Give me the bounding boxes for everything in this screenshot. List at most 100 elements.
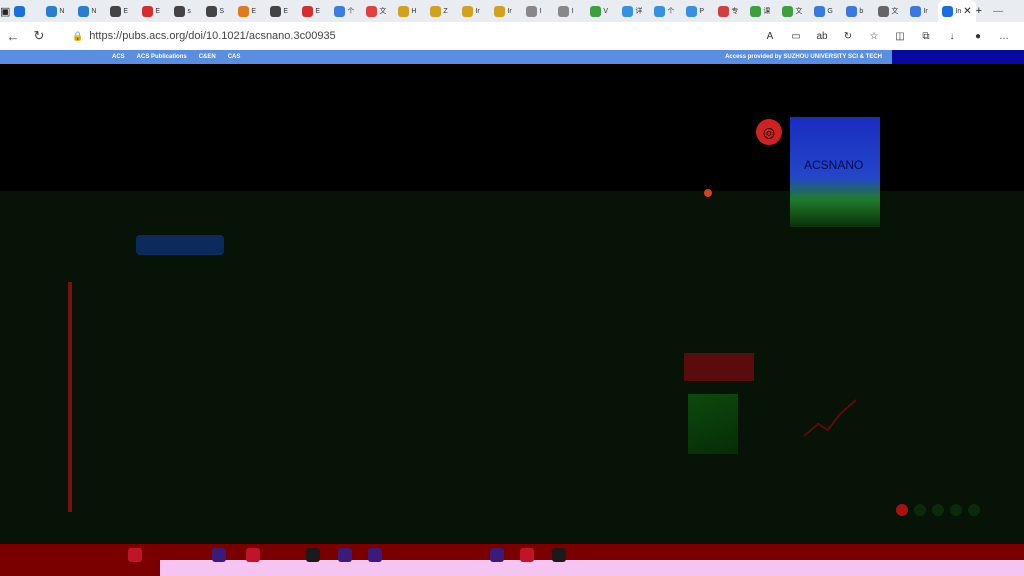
- facebook-icon[interactable]: [914, 504, 926, 516]
- open-access-icon: ◎: [756, 119, 782, 145]
- tab-favicon-icon: [718, 5, 730, 17]
- translate-icon[interactable]: ab: [812, 31, 832, 42]
- browser-tab[interactable]: E: [266, 1, 298, 21]
- split-screen-icon[interactable]: ◫: [890, 31, 910, 42]
- browser-tab[interactable]: s: [170, 1, 202, 21]
- tab-label: E: [251, 7, 257, 15]
- tab-label: 文: [379, 8, 387, 15]
- access-button[interactable]: [136, 235, 224, 255]
- tab-favicon-icon: [398, 5, 410, 17]
- browser-tab[interactable]: 个: [650, 1, 682, 21]
- active-tab-favicon-icon: [942, 5, 954, 17]
- tab-label: Ir: [923, 7, 928, 15]
- linkedin-icon[interactable]: [950, 504, 962, 516]
- tab-label: Ir: [507, 7, 512, 15]
- browser-tab[interactable]: b: [842, 1, 874, 21]
- taskbar-app-icon[interactable]: [552, 548, 566, 562]
- tab-label: S: [219, 7, 225, 15]
- browser-tab[interactable]: N: [74, 1, 106, 21]
- reader-icon[interactable]: ▭: [786, 31, 806, 42]
- tab-label: H: [411, 7, 417, 15]
- browser-tab[interactable]: 详: [618, 1, 650, 21]
- browser-tab[interactable]: E: [106, 1, 138, 21]
- browser-tab[interactable]: E: [138, 1, 170, 21]
- tab-label: 课: [763, 8, 771, 15]
- browser-tab[interactable]: 文: [874, 1, 906, 21]
- browser-tab[interactable]: 文: [362, 1, 394, 21]
- tab-favicon-icon: [174, 5, 186, 17]
- more-options-icon[interactable]: …: [994, 31, 1014, 42]
- tab-favicon-icon: [206, 5, 218, 17]
- browser-tab[interactable]: G: [810, 1, 842, 21]
- browser-tab[interactable]: 个: [330, 1, 362, 21]
- journal-cover-image[interactable]: [790, 117, 880, 227]
- status-dot: [704, 189, 712, 197]
- share-icon[interactable]: [896, 504, 908, 516]
- browser-tab[interactable]: Ir: [458, 1, 490, 21]
- read-aloud-icon[interactable]: A: [760, 31, 780, 42]
- tab-favicon-icon: [46, 5, 58, 17]
- tab-favicon-icon: [110, 5, 122, 17]
- acs-link[interactable]: ACS: [112, 54, 125, 60]
- browser-tab[interactable]: V: [586, 1, 618, 21]
- maximize-button[interactable]: ❐: [1014, 6, 1024, 17]
- taskbar-app-icon[interactable]: [490, 548, 504, 562]
- email-icon[interactable]: [968, 504, 980, 516]
- browser-tab[interactable]: I: [554, 1, 586, 21]
- browser-tab[interactable]: H: [394, 1, 426, 21]
- account-area[interactable]: [892, 50, 1024, 64]
- taskbar-app-icon[interactable]: [520, 548, 534, 562]
- browser-tab[interactable]: 专: [714, 1, 746, 21]
- taskbar-app-icon[interactable]: [338, 548, 352, 562]
- taskbar-app-icon[interactable]: [212, 548, 226, 562]
- url-text: https://pubs.acs.org/doi/10.1021/acsnano…: [89, 30, 336, 42]
- browser-tab[interactable]: Ir: [906, 1, 938, 21]
- browser-tab[interactable]: 课: [746, 1, 778, 21]
- browser-tab[interactable]: S: [202, 1, 234, 21]
- favorites-icon[interactable]: ☆: [864, 31, 884, 42]
- browser-tab[interactable]: Ir: [490, 1, 522, 21]
- refresh-alt-icon[interactable]: ↻: [838, 31, 858, 42]
- tab-favicon-icon: [430, 5, 442, 17]
- address-bar[interactable]: 🔒 https://pubs.acs.org/doi/10.1021/acsna…: [64, 26, 632, 46]
- taskbar-app-icon[interactable]: [368, 548, 382, 562]
- collections-icon[interactable]: ⧉: [916, 31, 936, 42]
- tab-favicon-icon: [814, 5, 826, 17]
- tab-label: G: [827, 7, 833, 15]
- browser-tab[interactable]: P: [682, 1, 714, 21]
- downloads-icon[interactable]: ↓: [942, 31, 962, 42]
- back-button[interactable]: ←: [0, 23, 26, 49]
- browser-tab[interactable]: [10, 1, 42, 21]
- browser-tab[interactable]: E: [234, 1, 266, 21]
- tab-label: b: [859, 7, 864, 15]
- tab-label: I: [571, 7, 574, 15]
- close-tab-icon[interactable]: ✕: [963, 6, 971, 17]
- toolbar-right-tools: A ▭ ab ↻ ☆ ◫ ⧉ ↓ ● …: [760, 31, 1024, 42]
- browser-tab[interactable]: E: [298, 1, 330, 21]
- browser-tab[interactable]: 文: [778, 1, 810, 21]
- tab-favicon-icon: [14, 5, 26, 17]
- acs-publications-link[interactable]: ACS Publications: [137, 54, 187, 60]
- tab-favicon-icon: [142, 5, 154, 17]
- browser-toolbar: ← ↻ 🔒 https://pubs.acs.org/doi/10.1021/a…: [0, 22, 1024, 50]
- cas-link[interactable]: CAS: [228, 54, 241, 60]
- twitter-icon[interactable]: [932, 504, 944, 516]
- os-taskbar: [0, 544, 1024, 576]
- access-provider-text: Access provided by SUZHOU UNIVERSITY SCI…: [725, 54, 882, 60]
- browser-tab[interactable]: N: [42, 1, 74, 21]
- tab-actions-icon[interactable]: ▣: [0, 2, 10, 20]
- taskbar-app-icon[interactable]: [306, 548, 320, 562]
- minimize-button[interactable]: —: [982, 6, 1014, 17]
- tab-favicon-icon: [558, 5, 570, 17]
- cen-link[interactable]: C&EN: [199, 54, 216, 60]
- browser-tab[interactable]: I: [522, 1, 554, 21]
- taskbar-app-icon[interactable]: [128, 548, 142, 562]
- taskbar-app-icon[interactable]: [246, 548, 260, 562]
- journal-cover-title: ACSNANO: [804, 158, 864, 172]
- tab-label: Ir: [475, 7, 480, 15]
- profile-icon[interactable]: ●: [968, 31, 988, 42]
- toc-graphic-image[interactable]: [688, 394, 738, 454]
- browser-tab[interactable]: Z: [426, 1, 458, 21]
- tab-active[interactable]: In ✕: [938, 0, 976, 22]
- refresh-button[interactable]: ↻: [26, 23, 52, 49]
